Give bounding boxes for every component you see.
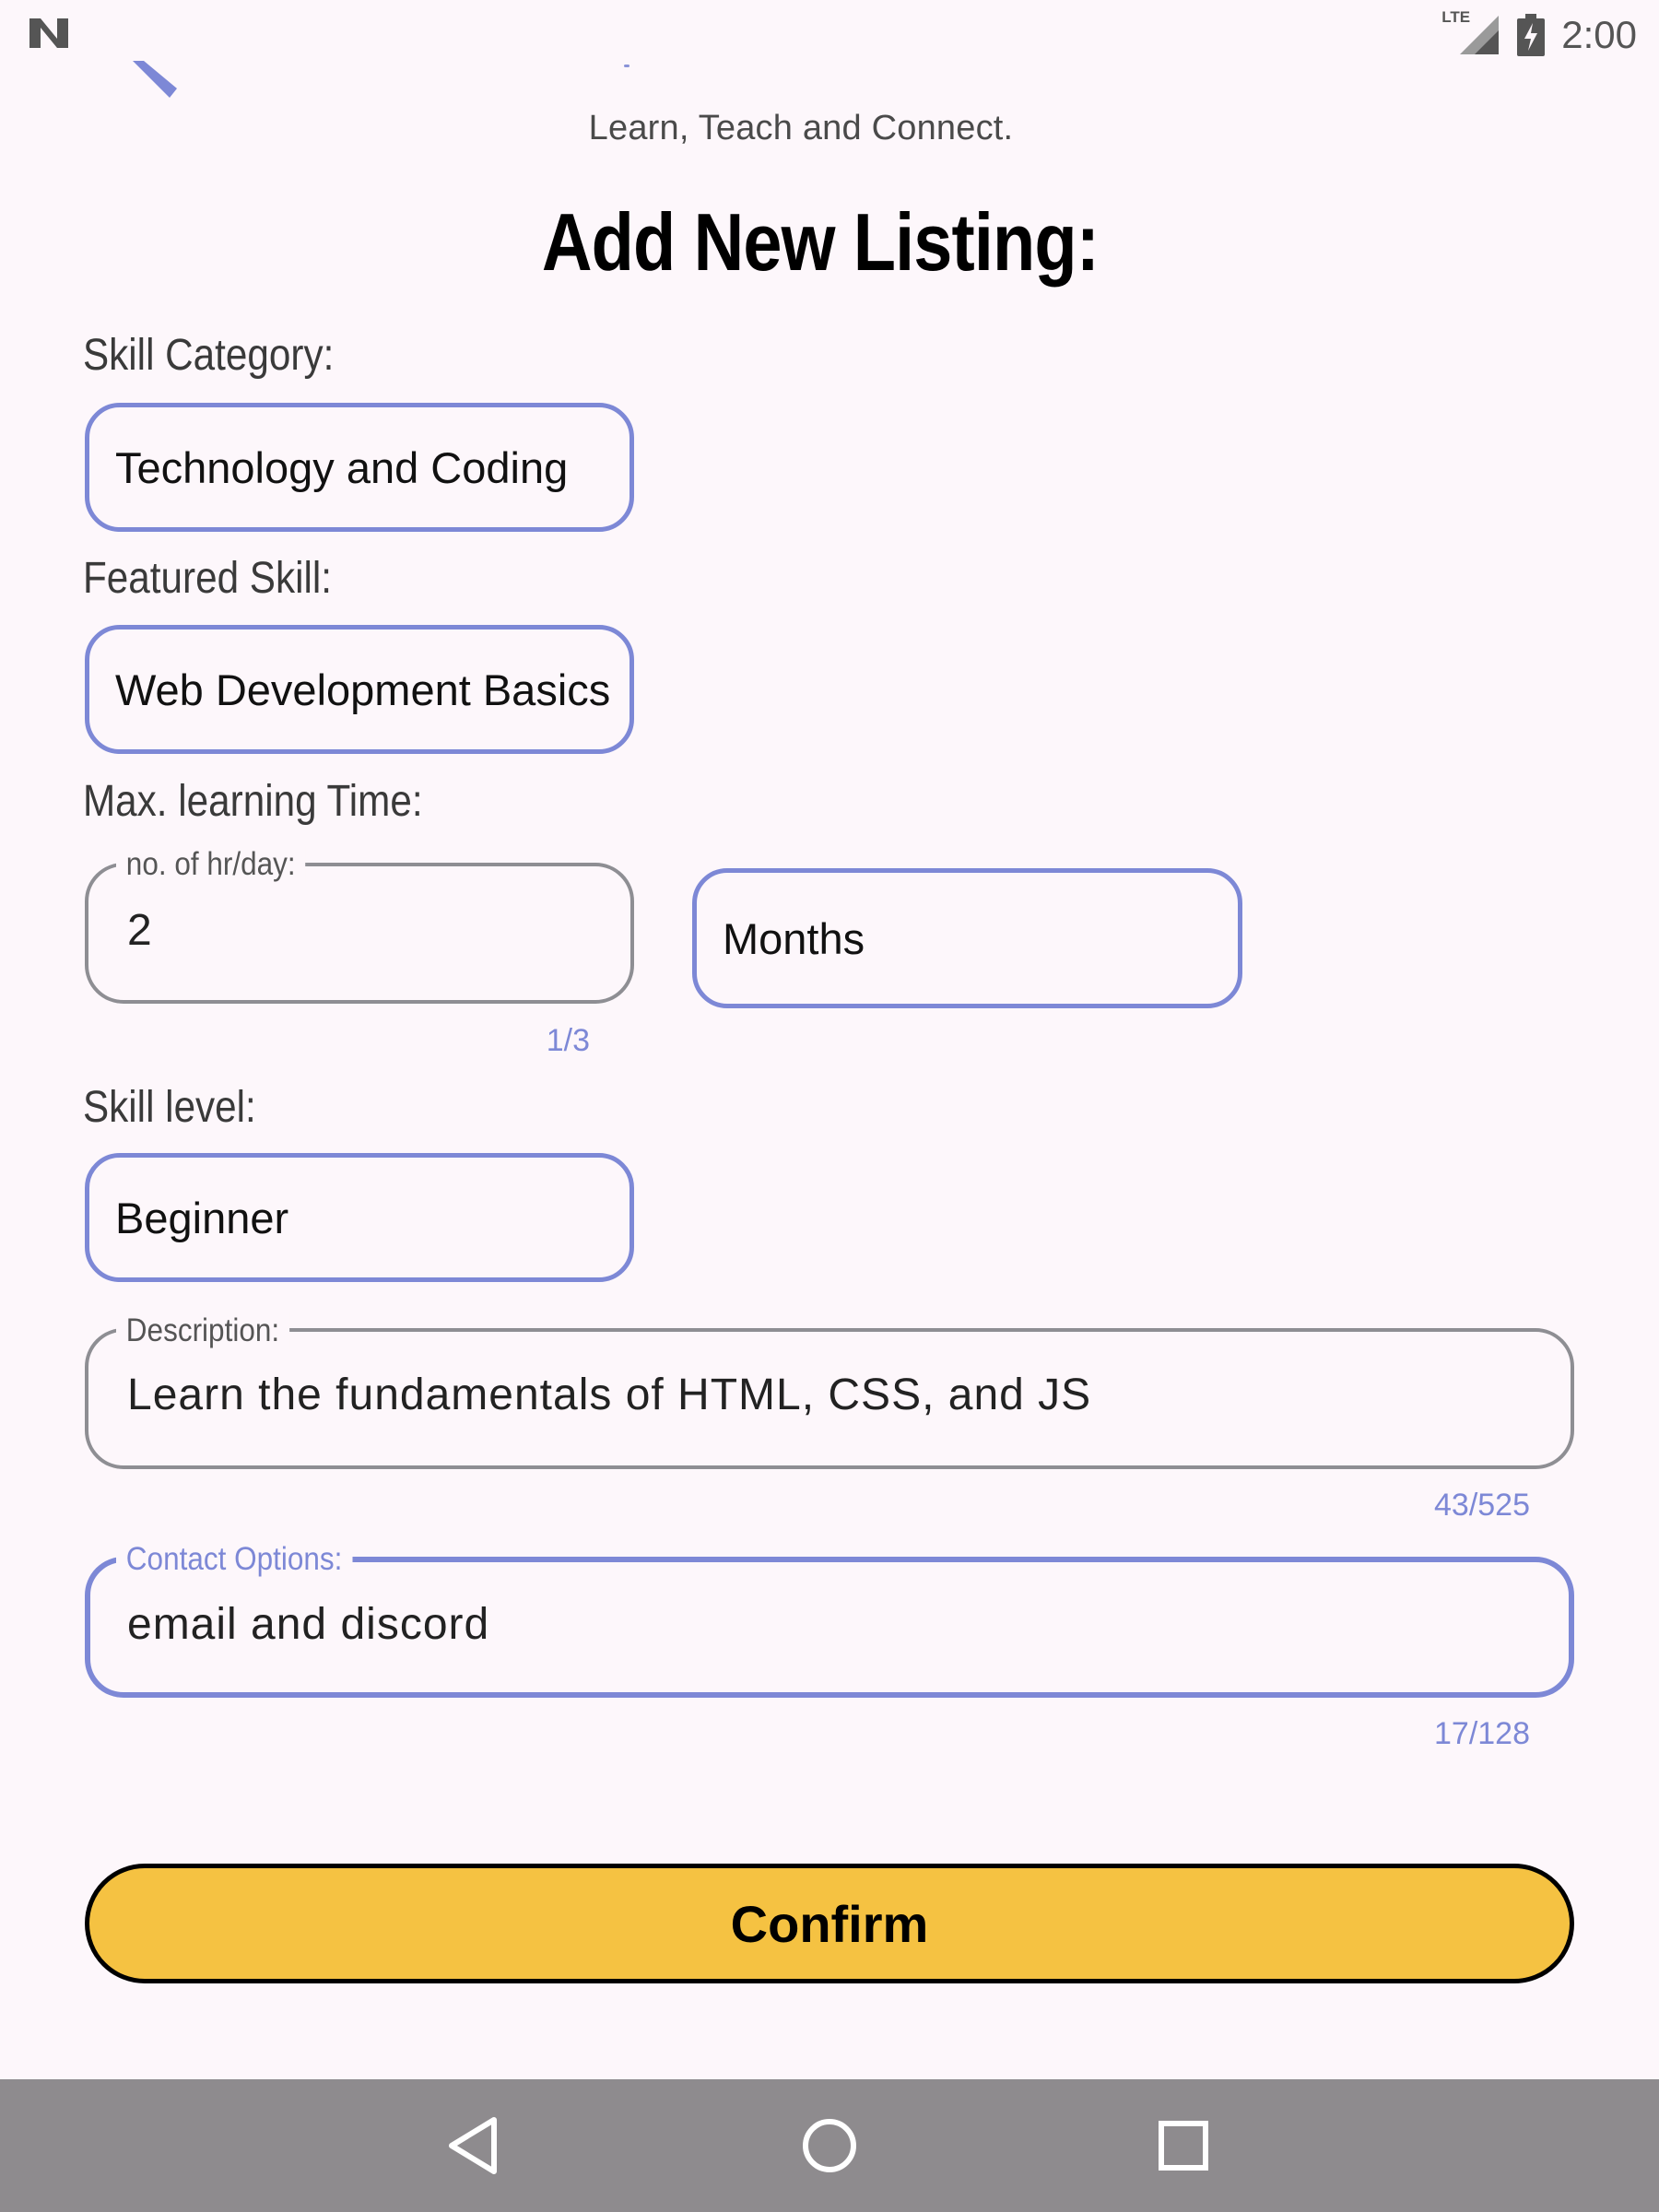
confirm-button[interactable]: Confirm — [85, 1864, 1574, 1983]
status-icons: LTE 2:00 — [1441, 7, 1637, 63]
system-navigation-bar — [0, 2079, 1659, 2212]
recents-square-icon[interactable] — [1150, 2112, 1217, 2179]
home-circle-icon[interactable] — [796, 2112, 863, 2179]
app-logo-fragment — [133, 61, 177, 98]
time-period-select[interactable]: Months — [692, 868, 1242, 1008]
skill-category-label: Skill Category: — [83, 331, 335, 380]
max-learning-time-label: Max. learning Time: — [83, 777, 423, 826]
status-bar: LTE 2:00 — [0, 0, 1659, 66]
featured-skill-label: Featured Skill: — [83, 554, 332, 603]
skill-level-label: Skill level: — [83, 1083, 256, 1132]
add-listing-screen: LTE 2:00 Learn, Teach and Connect. Add N… — [0, 0, 1659, 2212]
skill-level-value: Beginner — [115, 1193, 289, 1242]
clock: 2:00 — [1561, 13, 1637, 56]
battery-charging-icon — [1517, 14, 1546, 56]
back-triangle-icon[interactable] — [441, 2112, 507, 2179]
contact-options-label: Contact Options: — [116, 1541, 353, 1578]
contact-options-counter: 17/128 — [1434, 1716, 1530, 1751]
skill-category-value: Technology and Coding — [115, 442, 569, 492]
hours-per-day-value: 2 — [127, 906, 153, 955]
time-period-value: Months — [723, 913, 865, 963]
signal-icon: LTE — [1441, 8, 1500, 56]
hours-per-day-field[interactable] — [85, 863, 634, 1004]
confirm-button-label: Confirm — [730, 1894, 929, 1953]
description-label: Description: — [116, 1312, 289, 1349]
android-n-icon — [29, 18, 68, 48]
network-type-label: LTE — [1441, 8, 1471, 26]
featured-skill-value: Web Development Basics — [115, 665, 611, 714]
app-tagline: Learn, Teach and Connect. — [588, 109, 1014, 147]
page-title: Add New Listing: — [541, 196, 1100, 288]
featured-skill-select[interactable]: Web Development Basics — [85, 625, 634, 754]
logo-dot — [624, 65, 629, 67]
skill-level-select[interactable]: Beginner — [85, 1153, 634, 1282]
skill-category-select[interactable]: Technology and Coding — [85, 403, 634, 532]
hours-per-day-counter: 1/3 — [546, 1023, 590, 1058]
hours-per-day-label: no. of hr/day: — [116, 846, 306, 883]
description-counter: 43/525 — [1434, 1488, 1530, 1523]
contact-options-value: email and discord — [127, 1600, 490, 1649]
description-value: Learn the fundamentals of HTML, CSS, and… — [127, 1371, 1092, 1419]
